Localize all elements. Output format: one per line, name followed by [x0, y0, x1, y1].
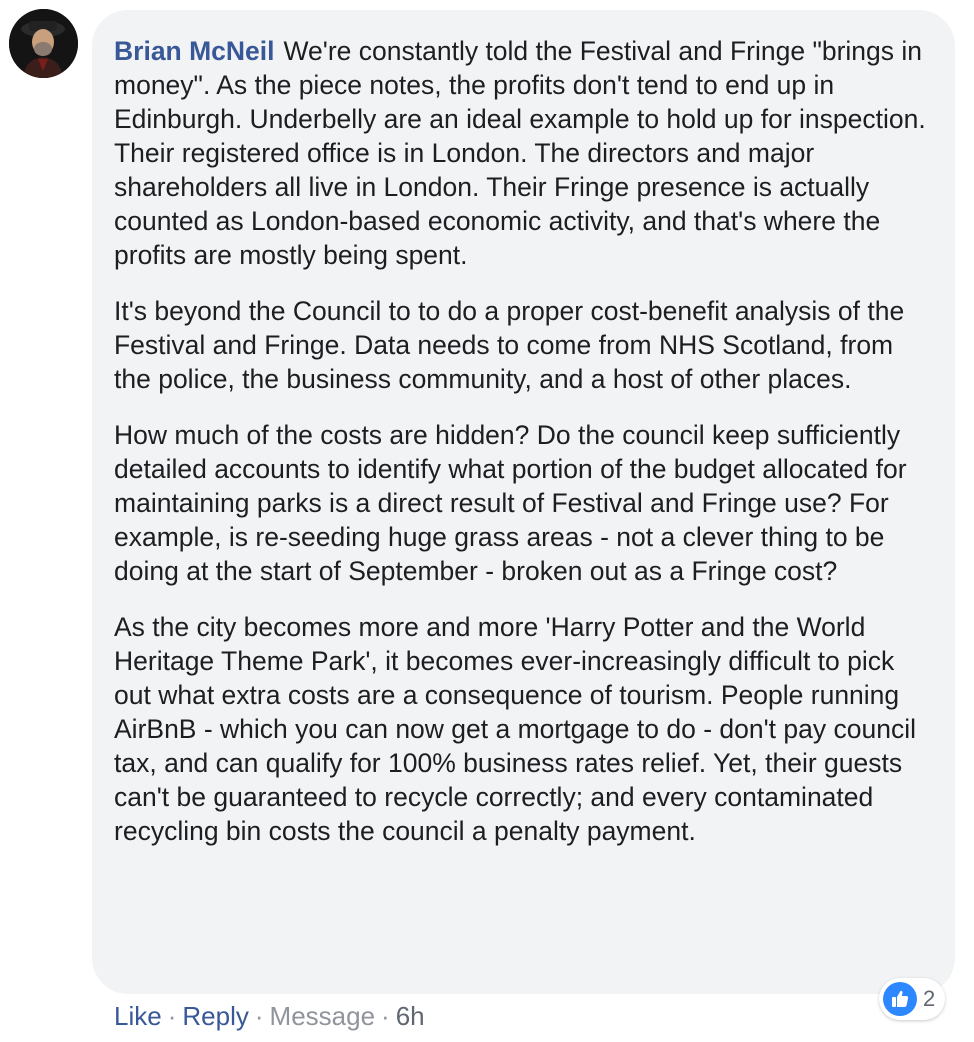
comment-bubble: Brian McNeil We're constantly told the Fe…: [92, 10, 955, 994]
like-thumb-icon: [883, 982, 917, 1016]
timestamp-link[interactable]: 6h: [396, 1001, 425, 1031]
message-link[interactable]: Message: [270, 1001, 376, 1031]
comment-paragraph: As the city becomes more and more 'Harry…: [114, 612, 916, 846]
avatar-photo: [9, 9, 78, 78]
comment-paragraph-text: We're constantly told the Festival and F…: [114, 36, 926, 270]
reactions-badge[interactable]: 2: [879, 978, 946, 1020]
reply-link[interactable]: Reply: [182, 1001, 248, 1031]
comment-paragraph: Brian McNeil We're constantly told the Fe…: [114, 34, 935, 272]
separator-dot: ·: [167, 1001, 177, 1031]
separator-dot: ·: [254, 1001, 264, 1031]
avatar[interactable]: [9, 9, 78, 78]
separator-dot: ·: [381, 1001, 390, 1031]
comment-author-link[interactable]: Brian McNeil: [114, 36, 275, 66]
comment-actions: Like · Reply · Message · 6h: [114, 998, 425, 1034]
like-link[interactable]: Like: [114, 1001, 162, 1031]
comment-paragraph: How much of the costs are hidden? Do the…: [114, 420, 907, 586]
comment-paragraph: It's beyond the Council to to do a prope…: [114, 296, 905, 394]
reaction-count: 2: [923, 986, 936, 1011]
